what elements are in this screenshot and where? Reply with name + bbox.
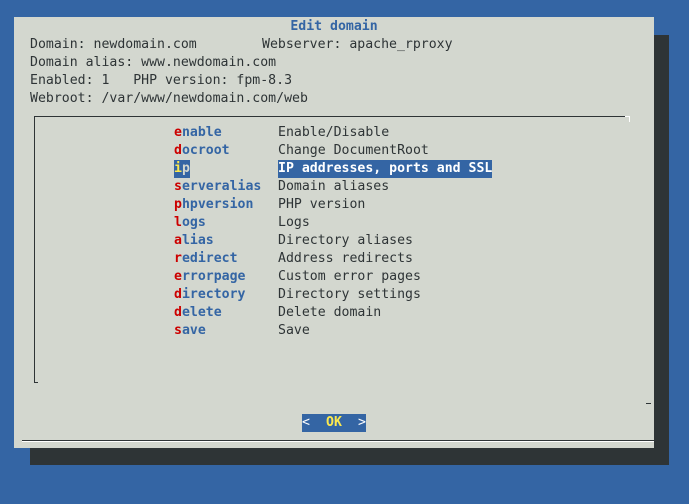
edit-domain-dialog: Edit domain Domain: newdomain.com Webser… — [14, 17, 654, 448]
frame-bottom-left-corner — [34, 382, 38, 383]
frame-bottom-right-mark — [646, 403, 651, 404]
webroot-info: Webroot: /var/www/newdomain.com/web — [30, 91, 308, 106]
menu-item-tag: logs — [174, 214, 206, 232]
menu-item-description: Enable/Disable — [278, 125, 390, 140]
menu-item-tag: errorpage — [174, 268, 245, 286]
menu-item-hotkey: s — [174, 179, 182, 194]
menu-item-hotkey: e — [174, 269, 182, 284]
menu-item-tag: phpversion — [174, 196, 253, 214]
menu-item-description: PHP version — [278, 197, 366, 212]
menu-item-tag: enable — [174, 124, 222, 142]
frame-left-border — [34, 116, 35, 383]
menu-item-tag-rest: rrorpage — [181, 269, 246, 284]
menu-item-tag: directory — [174, 286, 245, 304]
menu-item-description: Change DocumentRoot — [278, 143, 429, 158]
menu-item-hotkey: a — [174, 233, 182, 248]
menu-item-hotkey: r — [174, 251, 182, 266]
menu-item-tag-rest: irectory — [181, 287, 246, 302]
menu-item-description: Directory settings — [278, 287, 421, 302]
menu-item-tag-rest: lias — [181, 233, 214, 248]
menu-item-hotkey: d — [174, 143, 182, 158]
ok-button[interactable]: < OK > — [302, 414, 366, 432]
dialog-title: Edit domain — [290, 19, 378, 34]
menu-item-hotkey: l — [174, 215, 182, 230]
menu-item-tag: redirect — [174, 250, 238, 268]
menu-item-tag-rest: ave — [181, 323, 206, 338]
menu-item-tag-rest: edirect — [181, 251, 238, 266]
menu-item-tag: ip — [174, 160, 190, 178]
menu-item-tag-rest: nable — [181, 125, 222, 140]
menu-item-hotkey: e — [174, 125, 182, 140]
menu-item-tag-rest: ogs — [181, 215, 206, 230]
menu-item-tag: serveralias — [174, 178, 261, 196]
menu-item-tag: docroot — [174, 142, 230, 160]
menu-item-hotkey: d — [174, 287, 182, 302]
menu-item-description: Directory aliases — [278, 233, 413, 248]
menu-item-tag: alias — [174, 232, 214, 250]
menu-item-hotkey: s — [174, 323, 182, 338]
menu-item-hotkey: p — [174, 197, 182, 212]
menu-item-description: Address redirects — [278, 251, 413, 266]
menu-item-tag-rest: elete — [181, 305, 222, 320]
menu-item-hotkey: d — [174, 305, 182, 320]
menu-item-description: Domain aliases — [278, 179, 390, 194]
menu-item-tag: save — [174, 322, 206, 340]
webserver-info: Webserver: apache_rproxy — [262, 37, 453, 52]
menu-item-description: IP addresses, ports and SSL — [278, 160, 493, 178]
domain-alias-info: Domain alias: www.newdomain.com — [30, 55, 277, 70]
menu-item-tag: delete — [174, 304, 222, 322]
menu-item-description: Delete domain — [278, 305, 382, 320]
menu-item-description: Save — [278, 323, 310, 338]
frame-right-border — [629, 116, 630, 122]
menu-item-description: Custom error pages — [278, 269, 421, 284]
button-separator-highlight — [22, 441, 654, 442]
ok-right-bracket: > — [358, 415, 366, 430]
menu-item-tag-rest: erveralias — [181, 179, 262, 194]
menu-item-tag-rest: p — [181, 161, 190, 176]
ok-label: OK — [326, 415, 342, 430]
domain-info: Domain: newdomain.com — [30, 37, 197, 52]
enabled-php-info: Enabled: 1 PHP version: fpm-8.3 — [30, 73, 293, 88]
menu-item-tag-rest: ocroot — [181, 143, 230, 158]
menu-item-hotkey: i — [174, 161, 182, 176]
menu-item-description: Logs — [278, 215, 310, 230]
menu-item-tag-rest: hpversion — [181, 197, 254, 212]
frame-top-border — [34, 116, 630, 117]
